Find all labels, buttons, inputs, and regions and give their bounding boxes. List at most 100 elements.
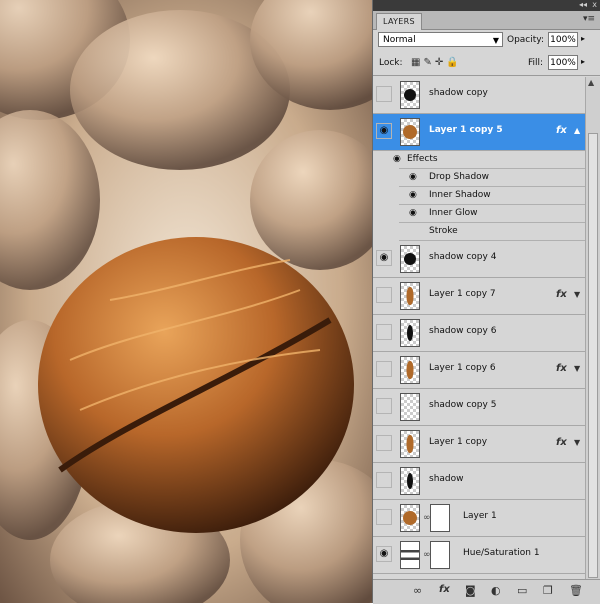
layer-thumbnail [400,541,420,569]
fill-arrow-icon[interactable]: ▸ [581,57,585,66]
visibility-toggle[interactable] [376,398,392,414]
layer-row[interactable]: shadow copy 5 [373,389,585,426]
effects-row[interactable]: ◉ Effects [393,151,585,169]
eye-icon[interactable]: ◉ [376,123,392,139]
layer-row[interactable]: ∞ Layer 1 [373,500,585,537]
eye-icon[interactable]: ◉ [409,208,417,218]
layer-thumbnail [400,430,420,458]
layer-row[interactable]: Layer 1 copy 7 fx ▼ [373,278,585,315]
canvas-image[interactable] [0,0,372,603]
thumb-shape [404,89,416,101]
layer-row[interactable]: shadow copy 6 [373,315,585,352]
eye-icon[interactable]: ◉ [376,546,392,562]
visibility-toggle[interactable] [376,86,392,102]
fill-input[interactable]: 100% [548,55,578,70]
layer-name: Hue/Saturation 1 [463,548,540,558]
fx-icon[interactable]: fx [556,363,567,374]
effect-row[interactable]: ◉ Inner Glow [399,205,585,223]
layer-thumbnail [400,504,420,532]
lock-position-icon[interactable]: ✛ [435,57,446,68]
effect-row[interactable]: ◉ Inner Shadow [399,187,585,205]
layer-row[interactable]: ◉ Layer 1 copy 5 fx ▲ [373,114,585,151]
layer-name: Layer 1 copy [429,437,488,447]
fill-label: Fill: [528,58,544,68]
eye-icon[interactable]: ◉ [376,250,392,266]
group-folder-icon[interactable]: ▭ [517,584,527,597]
layer-thumbnail [400,118,420,146]
opacity-input[interactable]: 100% [548,32,578,47]
tab-layers[interactable]: LAYERS [376,13,422,30]
opacity-label: Opacity: [507,35,544,45]
double-chevron-icon[interactable]: ◂◂ [579,0,587,9]
expand-arrow-icon[interactable]: ▲ [574,126,580,135]
lock-label: Lock: [379,58,403,68]
mask-icon[interactable]: ◙ [465,584,476,597]
layer-row[interactable]: Layer 1 copy 6 fx ▼ [373,352,585,389]
visibility-toggle[interactable] [376,509,392,525]
layer-thumbnail [400,319,420,347]
expand-arrow-icon[interactable]: ▼ [574,438,580,447]
lock-pixels-icon[interactable]: ✎ [423,57,434,68]
layers-footer: ∞ fx ◙ ◐ ▭ ❐ 🗑 [373,579,600,604]
effect-name: Inner Shadow [429,190,491,200]
blend-mode-select[interactable]: Normal ▼ [378,32,503,47]
visibility-toggle[interactable] [376,287,392,303]
fx-icon[interactable]: fx [556,125,567,136]
layer-row[interactable]: ◉ ∞ Hue/Saturation 1 [373,537,585,574]
close-icon[interactable]: x [592,0,597,9]
layer-row[interactable]: ◉ shadow copy 4 [373,241,585,278]
panel-menu-icon[interactable]: ▾≡ [583,14,595,24]
lock-transparency-icon[interactable]: ▦ [411,57,423,68]
layer-name: shadow [429,474,464,484]
effect-row[interactable]: ◉ Drop Shadow [399,169,585,187]
chevron-down-icon: ▼ [492,36,499,45]
visibility-toggle[interactable] [376,472,392,488]
effect-name: Inner Glow [429,208,478,218]
effect-name: Drop Shadow [429,172,490,182]
layer-name: shadow copy 5 [429,400,497,410]
layer-name: Layer 1 copy 6 [429,363,496,373]
thumb-shape [406,435,414,453]
visibility-toggle[interactable] [376,324,392,340]
effects-label: Effects [407,154,438,164]
layer-thumbnail [400,393,420,421]
scrollbar[interactable]: ▲ [585,77,600,579]
lock-icons: ▦✎✛🔒 [411,57,462,68]
fx-icon[interactable]: fx [556,289,567,300]
layer-row[interactable]: shadow [373,463,585,500]
eye-icon[interactable]: ◉ [393,154,401,164]
layer-row[interactable]: Layer 1 copy fx ▼ [373,426,585,463]
layers-panel: ◂◂ x LAYERS ▾≡ Normal ▼ Opacity: 100% ▸ … [372,0,600,604]
layer-thumbnail [400,81,420,109]
scroll-thumb[interactable] [588,133,598,578]
link-icon[interactable]: ∞ [413,584,422,597]
adjustment-icon[interactable]: ◐ [491,584,501,597]
layer-name: Layer 1 copy 5 [429,125,503,135]
fx-icon[interactable]: fx [439,584,450,595]
eye-icon[interactable]: ◉ [409,190,417,200]
thumb-shape [404,253,416,265]
lock-all-icon[interactable]: 🔒 [446,57,461,68]
layer-row[interactable]: shadow copy [373,77,585,114]
panel-title-strip: ◂◂ x [373,0,600,11]
layer-thumbnail [400,356,420,384]
visibility-toggle[interactable] [376,361,392,377]
new-layer-icon[interactable]: ❐ [543,584,553,597]
layer-mask-thumbnail[interactable] [430,541,450,569]
layer-mask-thumbnail[interactable] [430,504,450,532]
expand-arrow-icon[interactable]: ▼ [574,290,580,299]
fx-icon[interactable]: fx [556,437,567,448]
layer-name: shadow copy [429,88,488,98]
thumb-shape [406,361,414,379]
nut-photo [0,0,372,603]
scroll-up-icon[interactable]: ▲ [588,78,594,87]
visibility-toggle[interactable] [376,435,392,451]
layer-thumbnail [400,245,420,273]
eye-icon[interactable]: ◉ [409,172,417,182]
trash-icon[interactable]: 🗑 [569,584,583,597]
opacity-arrow-icon[interactable]: ▸ [581,34,585,43]
effect-row[interactable]: Stroke [399,223,585,241]
expand-arrow-icon[interactable]: ▼ [574,364,580,373]
blend-row: Normal ▼ Opacity: 100% ▸ [373,30,600,52]
layer-thumbnail [400,467,420,495]
